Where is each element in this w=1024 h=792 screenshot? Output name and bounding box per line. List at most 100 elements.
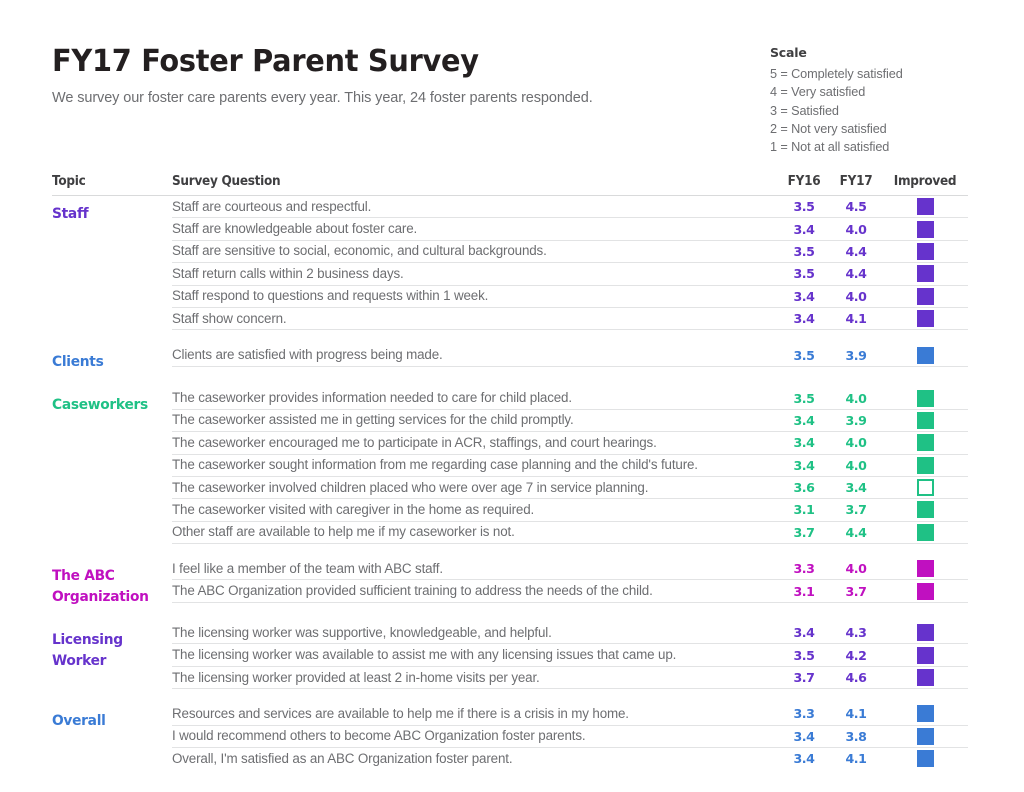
section-rows: Clients are satisfied with progress bein…	[172, 344, 968, 373]
improved-cell	[882, 346, 968, 364]
improved-cell	[882, 242, 968, 260]
improved-cell	[882, 265, 968, 283]
improved-filled-square-icon	[916, 501, 934, 519]
question-text: Staff are sensitive to social, economic,…	[172, 243, 547, 259]
improved-filled-square-icon	[916, 624, 934, 642]
improved-filled-square-icon	[916, 456, 934, 474]
score-fy16: 3.1	[793, 502, 815, 518]
table-section: Clients Clients are satisfied with progre…	[52, 344, 968, 373]
scale-legend-title: Scale	[770, 45, 807, 60]
score-fy16: 3.5	[793, 266, 815, 282]
topic-cell: Overall	[52, 703, 172, 769]
scale-legend-item: 5 = Completely satisfied	[770, 67, 903, 81]
improved-cell	[882, 220, 968, 238]
improved-filled-square-icon	[916, 750, 934, 768]
improved-filled-square-icon	[916, 198, 934, 216]
table-body: Staff Staff are courteous and respectful.…	[52, 196, 968, 769]
improved-cell	[882, 389, 968, 407]
topic-cell: Licensing Worker	[52, 622, 172, 689]
score-fy17: 4.6	[845, 670, 867, 686]
table-row: Staff are knowledgeable about foster car…	[172, 218, 968, 241]
table-row: The caseworker visited with caregiver in…	[172, 499, 968, 522]
improved-empty-square-icon	[916, 479, 934, 497]
score-fy16: 3.4	[793, 311, 815, 327]
question-text: The caseworker assisted me in getting se…	[172, 412, 574, 428]
improved-filled-square-icon	[916, 560, 934, 578]
score-fy16: 3.4	[793, 221, 815, 237]
improved-cell	[882, 750, 968, 768]
score-fy17: 3.7	[845, 502, 867, 518]
question-text: The licensing worker provided at least 2…	[172, 669, 540, 685]
report-header: FY17 Foster Parent Survey We survey our …	[52, 44, 752, 108]
table-row: Overall, I'm satisfied as an ABC Organiz…	[172, 748, 968, 769]
score-fy17: 4.0	[845, 457, 867, 473]
score-fy17: 4.5	[845, 199, 867, 215]
question-text: The caseworker provides information need…	[172, 390, 572, 406]
table-row: The caseworker provides information need…	[172, 387, 968, 410]
question-text: The ABC Organization provided sufficient…	[172, 583, 653, 599]
improved-filled-square-icon	[916, 265, 934, 283]
score-fy17: 3.7	[845, 583, 867, 599]
score-fy16: 3.4	[793, 288, 815, 304]
question-text: Staff respond to questions and requests …	[172, 288, 489, 304]
table-row: Staff are sensitive to social, economic,…	[172, 241, 968, 264]
improved-filled-square-icon	[916, 523, 934, 541]
section-rows: The caseworker provides information need…	[172, 387, 968, 545]
table-row: Staff are courteous and respectful. 3.5 4.…	[172, 196, 968, 219]
improved-filled-square-icon	[916, 220, 934, 238]
scale-legend: Scale 5 = Completely satisfied 4 = Very s…	[770, 45, 1010, 156]
improved-filled-square-icon	[916, 346, 934, 364]
section-rows: The licensing worker was supportive, kno…	[172, 622, 968, 690]
topic-label: Staff	[52, 206, 89, 222]
improved-filled-square-icon	[916, 646, 934, 664]
score-fy16: 3.7	[793, 524, 815, 540]
question-text: Staff are courteous and respectful.	[172, 198, 372, 214]
survey-report-page: FY17 Foster Parent Survey We survey our …	[0, 0, 1024, 792]
score-fy17: 4.1	[845, 751, 867, 767]
improved-cell	[882, 456, 968, 474]
column-header-fy17: FY17	[839, 174, 873, 189]
improved-cell	[882, 501, 968, 519]
table-row: I would recommend others to become ABC O…	[172, 726, 968, 749]
table-section: Licensing Worker The licensing worker was…	[52, 622, 968, 690]
question-text: Overall, I'm satisfied as an ABC Organiz…	[172, 750, 513, 766]
column-header-topic: Topic	[52, 174, 86, 189]
survey-results-table: Topic Survey Question FY16 FY17 Improved…	[52, 174, 968, 769]
question-text: I feel like a member of the team with AB…	[172, 560, 443, 576]
table-row: The ABC Organization provided sufficient…	[172, 580, 968, 603]
question-text: Staff show concern.	[172, 310, 287, 326]
score-fy17: 4.4	[845, 266, 867, 282]
table-row: I feel like a member of the team with AB…	[172, 558, 968, 581]
scale-legend-item: 4 = Very satisfied	[770, 85, 866, 100]
score-fy17: 4.3	[845, 625, 867, 641]
table-row: Resources and services are available to …	[172, 703, 968, 726]
question-text: Resources and services are available to …	[172, 705, 629, 721]
improved-filled-square-icon	[916, 389, 934, 407]
improved-cell	[882, 582, 968, 600]
topic-label: Overall	[52, 713, 106, 730]
question-text: Clients are satisfied with progress bein…	[172, 347, 443, 363]
topic-label: The ABC Organization	[52, 568, 149, 606]
section-rows: Staff are courteous and respectful. 3.5 4.…	[172, 196, 968, 331]
topic-label: Licensing Worker	[52, 632, 123, 670]
table-row: The caseworker sought information from m…	[172, 455, 968, 477]
improved-cell	[882, 646, 968, 664]
score-fy17: 4.0	[845, 390, 867, 406]
score-fy16: 3.4	[793, 728, 815, 744]
score-fy16: 3.3	[793, 561, 815, 577]
improved-filled-square-icon	[916, 705, 934, 723]
page-subtitle: We survey our foster care parents every …	[52, 90, 593, 106]
improved-cell	[882, 310, 968, 328]
scale-legend-item: 1 = Not at all satisfied	[770, 140, 890, 155]
topic-cell: Staff	[52, 196, 172, 330]
improved-cell	[882, 669, 968, 687]
question-text: The licensing worker was available to as…	[172, 647, 677, 663]
score-fy17: 4.0	[845, 561, 867, 577]
score-fy16: 3.4	[793, 751, 815, 767]
score-fy17: 3.9	[845, 412, 867, 428]
improved-filled-square-icon	[916, 310, 934, 328]
scale-legend-item: 3 = Satisfied	[770, 103, 839, 118]
table-row: Staff return calls within 2 business day…	[172, 263, 968, 286]
score-fy17: 4.0	[845, 221, 867, 237]
column-header-fy16: FY16	[787, 174, 821, 189]
